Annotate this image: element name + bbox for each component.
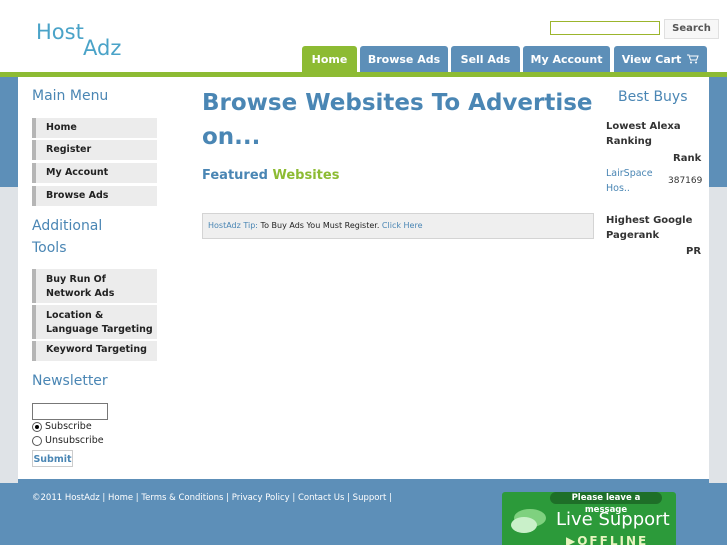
live-support-title: Live Support <box>556 509 670 530</box>
live-support-widget[interactable]: Please leave a message Live Support ▶OFF… <box>502 492 676 545</box>
tab-view-cart[interactable]: View Cart <box>614 46 707 72</box>
footer-link-privacy[interactable]: Privacy Policy <box>232 493 290 503</box>
subscribe-label: Subscribe <box>45 421 92 432</box>
newsletter-submit-button[interactable]: Submit <box>32 450 73 467</box>
newsletter-email-input[interactable] <box>32 403 108 420</box>
additional-tools-title-line2: Tools <box>32 240 67 256</box>
tab-sell-ads[interactable]: Sell Ads <box>451 46 520 72</box>
alexa-rank-column: Rank <box>673 153 702 164</box>
tab-browse-ads[interactable]: Browse Ads <box>360 46 448 72</box>
featured-highlight: Websites <box>272 168 340 183</box>
alexa-site-link[interactable]: LairSpace Hos.. <box>606 166 661 196</box>
alexa-rank-value: 387169 <box>668 176 703 186</box>
search-button[interactable]: Search <box>664 19 719 39</box>
tab-view-cart-label: View Cart <box>621 53 682 66</box>
main-menu-title: Main Menu <box>32 88 109 104</box>
featured-websites-heading: Featured Websites <box>202 168 339 183</box>
unsubscribe-label: Unsubscribe <box>45 435 104 446</box>
featured-prefix: Featured <box>202 168 273 183</box>
live-support-message: Please leave a message <box>550 492 662 515</box>
tab-my-account[interactable]: My Account <box>523 46 610 72</box>
search-input[interactable] <box>550 21 660 35</box>
footer-link-home[interactable]: Home <box>108 493 133 503</box>
logo-text-host: Host <box>36 20 84 44</box>
footer-link-terms[interactable]: Terms & Conditions <box>141 493 223 503</box>
additional-tools-title-line1: Additional <box>32 218 103 234</box>
live-support-status-text: OFFLINE <box>577 534 649 545</box>
google-pagerank-heading: Highest Google Pagerank <box>606 215 693 241</box>
page-title: Browse Websites To Advertise on... <box>202 90 593 150</box>
sidebar-item-home[interactable]: Home <box>32 118 157 138</box>
header: Host Adz Search Home Browse Ads Sell Ads… <box>0 0 727 76</box>
live-support-status: ▶OFFLINE <box>566 534 648 545</box>
google-pr-column: PR <box>686 246 702 257</box>
subscribe-radio[interactable] <box>32 422 42 432</box>
tip-box: HostAdz Tip: To Buy Ads You Must Registe… <box>202 213 594 239</box>
logo-text-adz: Adz <box>83 36 122 60</box>
best-buys-title: Best Buys <box>618 89 688 105</box>
tip-register-link[interactable]: Click Here <box>382 221 423 230</box>
chat-bubbles-icon <box>511 509 546 533</box>
sidebar-item-register[interactable]: Register <box>32 140 157 160</box>
cart-icon <box>687 54 700 64</box>
sidebar-item-my-account[interactable]: My Account <box>32 163 157 183</box>
sidebar-item-browse-ads[interactable]: Browse Ads <box>32 186 157 206</box>
footer-link-contact[interactable]: Contact Us <box>298 493 344 503</box>
footer-links: ©2011 HostAdz | Home | Terms & Condition… <box>32 493 392 503</box>
sidebar-item-keyword-targeting[interactable]: Keyword Targeting <box>32 341 157 361</box>
sidebar-item-run-of-network[interactable]: Buy Run Of Network Ads <box>32 269 157 303</box>
tab-home[interactable]: Home <box>302 46 357 72</box>
alexa-ranking-heading: Lowest Alexa Ranking <box>606 121 681 147</box>
tip-text: To Buy Ads You Must Register. <box>258 221 382 230</box>
side-band-right <box>709 77 727 187</box>
tip-label: HostAdz Tip: <box>208 221 259 230</box>
side-band-left <box>0 77 18 187</box>
sidebar-item-location-targeting[interactable]: Location & Language Targeting <box>32 305 157 339</box>
newsletter-title: Newsletter <box>32 373 108 389</box>
unsubscribe-radio[interactable] <box>32 436 42 446</box>
footer-link-support[interactable]: Support <box>353 493 387 503</box>
footer-copyright: ©2011 HostAdz <box>32 493 100 503</box>
